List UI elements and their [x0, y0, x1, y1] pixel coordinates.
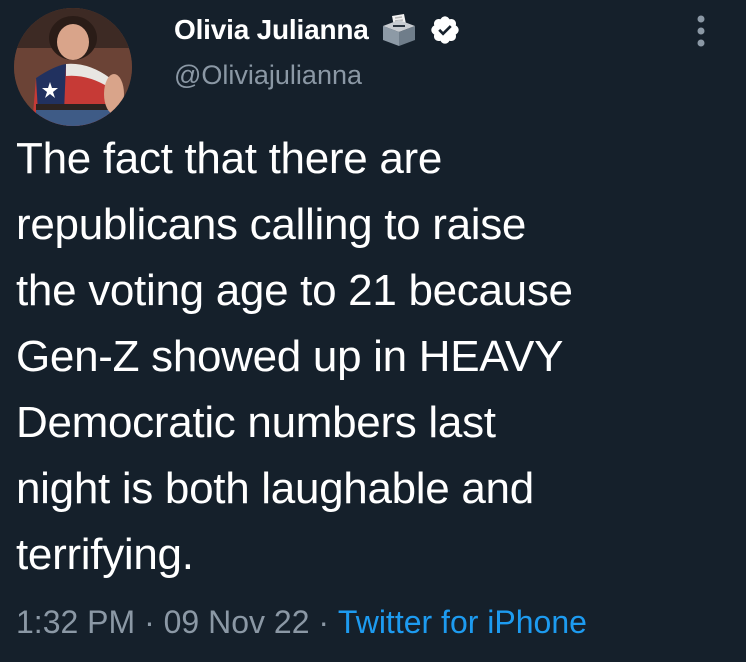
tweet-date[interactable]: 09 Nov 22: [164, 604, 310, 641]
author-name-row: Olivia Julianna: [174, 10, 461, 50]
meta-separator: ·: [135, 604, 164, 640]
tweet-meta: 1:32 PM · 09 Nov 22 · Twitter for iPhone: [16, 604, 587, 641]
display-name[interactable]: Olivia Julianna: [174, 14, 369, 46]
more-vertical-icon[interactable]: [688, 10, 714, 52]
avatar[interactable]: [14, 8, 132, 126]
tweet-source-link[interactable]: Twitter for iPhone: [338, 604, 587, 641]
tweet-time[interactable]: 1:32 PM: [16, 604, 135, 641]
meta-separator: ·: [309, 604, 338, 640]
tweet-card: Olivia Julianna @Oliviajulianna The fact…: [0, 0, 746, 662]
author-handle[interactable]: @Oliviajulianna: [174, 60, 362, 91]
tweet-text: The fact that there are republicans call…: [16, 134, 573, 579]
ballot-box-icon: [379, 12, 419, 48]
verified-badge-icon: [429, 14, 461, 46]
